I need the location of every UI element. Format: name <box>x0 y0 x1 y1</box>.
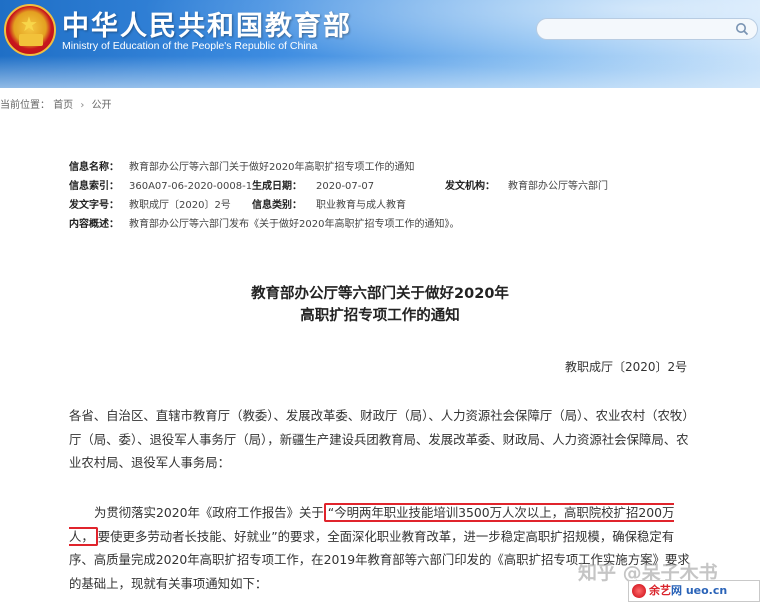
header-decoration <box>0 56 760 88</box>
document-title-line1: 教育部办公厅等六部门关于做好2020年 <box>251 286 509 302</box>
info-label: 发文机构： <box>445 181 495 192</box>
site-title[interactable]: 中华人民共和国教育部 <box>62 4 352 43</box>
document-title: 教育部办公厅等六部门关于做好2020年 高职扩招专项工作的通知 <box>0 283 760 327</box>
info-label: 信息名称： <box>69 162 119 173</box>
document-title-line2: 高职扩招专项工作的通知 <box>300 308 460 324</box>
info-label: 内容概述： <box>69 219 119 230</box>
info-value: 教育部办公厅等六部门 <box>508 181 608 192</box>
logo-brand-text: 余艺 <box>649 584 671 597</box>
info-label: 信息类别： <box>252 200 302 211</box>
info-row-name: 信息名称： 教育部办公厅等六部门关于做好2020年高职扩招专项工作的通知 <box>69 158 709 177</box>
star-icon: ★ <box>20 12 38 36</box>
info-value: 职业教育与成人教育 <box>316 200 406 211</box>
breadcrumb-prefix: 当前位置： <box>0 100 50 111</box>
document-info-table: 信息名称： 教育部办公厅等六部门关于做好2020年高职扩招专项工作的通知 信息索… <box>69 158 709 234</box>
info-value: 360A07-06-2020-0008-1 <box>129 181 253 192</box>
info-row-index: 信息索引： 360A07-06-2020-0008-1 生成日期： 2020-0… <box>69 177 709 196</box>
search-icon[interactable] <box>735 22 749 36</box>
breadcrumb-public-link[interactable]: 公开 <box>92 100 112 111</box>
paragraph-text: 为贯彻落实2020年《政府工作报告》关于 <box>94 505 324 520</box>
site-subtitle: Ministry of Education of the People's Re… <box>62 40 318 52</box>
logo-icon <box>632 584 646 598</box>
document-paragraph-1: 各省、自治区、直辖市教育厅（教委）、发展改革委、财政厅（局）、人力资源社会保障厅… <box>69 408 689 470</box>
info-value: 2020-07-07 <box>316 181 375 192</box>
site-logo-badge: 余艺网 ueo.cn <box>628 580 760 602</box>
breadcrumb-home-link[interactable]: 首页 <box>53 100 73 111</box>
info-value: 教育部办公厅等六部门关于做好2020年高职扩招专项工作的通知 <box>129 162 415 173</box>
national-emblem-icon[interactable]: ★ <box>4 4 56 56</box>
gate-icon <box>19 34 43 46</box>
search-input[interactable] <box>536 18 758 40</box>
info-value: 教职成厅〔2020〕2号 <box>129 200 231 211</box>
info-label: 发文字号： <box>69 200 119 211</box>
breadcrumb: 当前位置： 首页 › 公开 <box>0 96 112 111</box>
info-row-summary: 内容概述： 教育部办公厅等六部门发布《关于做好2020年高职扩招专项工作的通知》… <box>69 215 709 234</box>
info-value: 教育部办公厅等六部门发布《关于做好2020年高职扩招专项工作的通知》。 <box>129 219 460 230</box>
document-number: 教职成厅〔2020〕2号 <box>565 360 688 374</box>
site-header: ★ 中华人民共和国教育部 Ministry of Education of th… <box>0 0 760 88</box>
info-row-number: 发文字号： 教职成厅〔2020〕2号 信息类别： 职业教育与成人教育 <box>69 196 709 215</box>
logo-domain-text: 网 ueo.cn <box>671 584 728 597</box>
breadcrumb-separator: › <box>80 100 85 111</box>
info-label: 生成日期： <box>252 181 302 192</box>
info-label: 信息索引： <box>69 181 119 192</box>
